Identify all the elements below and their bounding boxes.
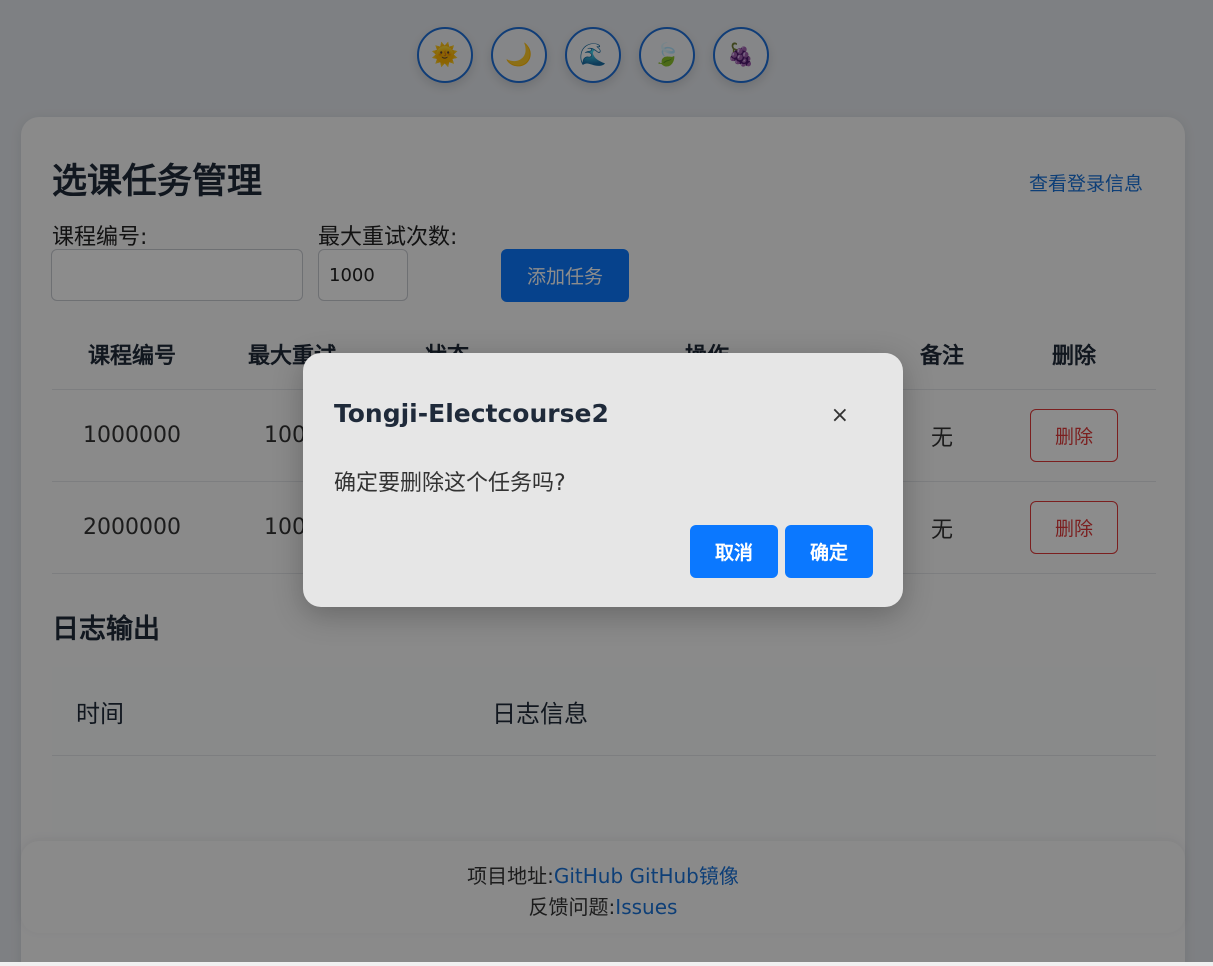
cancel-button[interactable]: 取消	[690, 525, 778, 578]
page: 🌞 🌙 🌊 🍃 🍇 选课任务管理 查看登录信息 课程编号: 最大重试次数: 10…	[0, 0, 1213, 966]
dialog-message: 确定要删除这个任务吗?	[334, 471, 566, 496]
confirm-dialog: Tongji-Electcourse2 × 确定要删除这个任务吗? 取消 确定	[303, 353, 903, 607]
confirm-button[interactable]: 确定	[785, 525, 873, 578]
close-icon[interactable]: ×	[831, 403, 849, 428]
window-bottom-edge	[0, 962, 1213, 966]
dialog-title: Tongji-Electcourse2	[334, 399, 609, 428]
